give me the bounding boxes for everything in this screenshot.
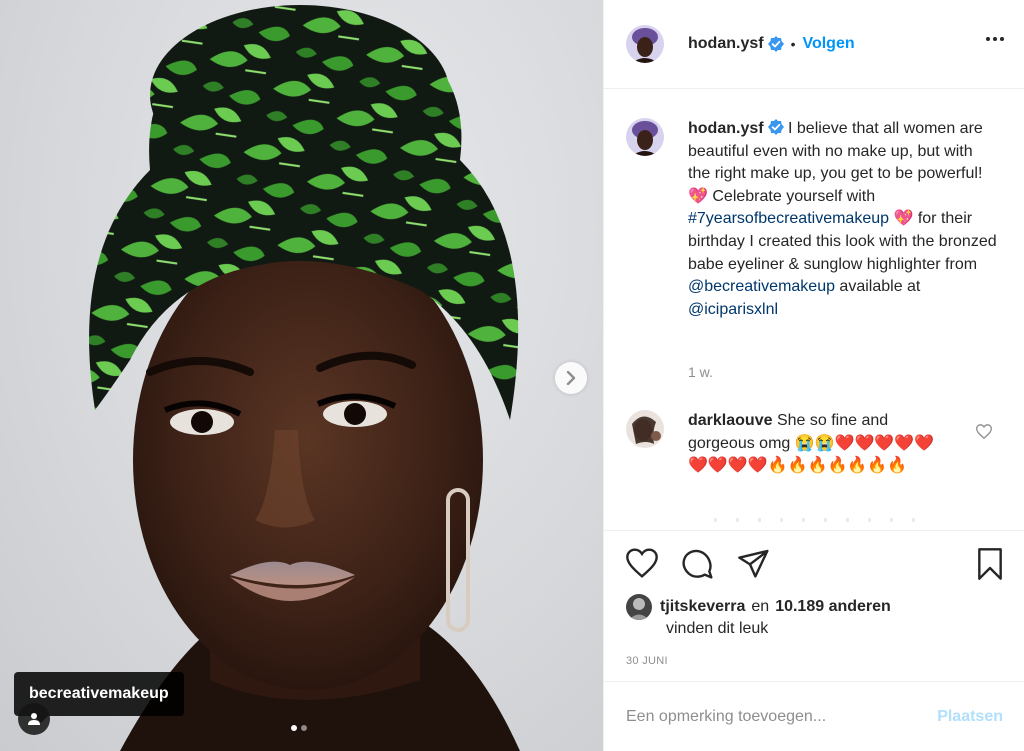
liker-username[interactable]: tjitskeverra	[660, 598, 745, 616]
photo-tag-label: becreativemakeup	[29, 685, 169, 702]
comment-input[interactable]	[626, 707, 938, 726]
caption-username[interactable]: hodan.ysf	[688, 120, 764, 137]
paper-plane-icon[interactable]	[738, 548, 770, 578]
likes-suffix: vinden dit leuk	[666, 620, 769, 637]
post-date[interactable]: 30 JUNI	[626, 655, 668, 667]
comment-bubble-icon[interactable]	[682, 548, 714, 580]
verified-badge-icon	[767, 119, 784, 135]
carousel-indicator	[291, 725, 307, 731]
likes-summary: tjitskeverra en 10.189 anderen	[626, 594, 891, 620]
likes-count[interactable]: 10.189 anderen	[775, 598, 891, 616]
likes-conjunction: en	[751, 598, 770, 615]
post-photo[interactable]: becreativemakeup	[0, 0, 603, 751]
commenter-username[interactable]: darklaouve	[688, 412, 772, 429]
author-username[interactable]: hodan.ysf	[688, 35, 764, 53]
liker-avatar-image	[626, 594, 652, 620]
caption-body-3: available at	[834, 278, 921, 296]
caption-text: hodan.ysf I believe that all women are b…	[688, 118, 998, 321]
bookmark-icon[interactable]	[976, 548, 1004, 580]
caption-mention-brand[interactable]: @becreativemakeup	[688, 278, 835, 295]
user-tag-icon	[28, 713, 40, 725]
caption-avatar[interactable]	[626, 118, 664, 156]
caption-avatar-image	[626, 118, 664, 156]
caption: hodan.ysf I believe that all women are b…	[626, 118, 998, 321]
next-slide-button[interactable]	[555, 362, 587, 394]
comments-section[interactable]: hodan.ysf I believe that all women are b…	[604, 90, 1024, 530]
action-bar	[604, 530, 1024, 592]
caption-time-ago[interactable]: 1 w.	[688, 364, 713, 380]
caption-mention-store[interactable]: @iciparisxlnl	[688, 301, 778, 318]
post-header: hodan.ysf • Volgen	[604, 0, 1024, 89]
verified-badge-icon	[767, 36, 784, 52]
post-side-panel: hodan.ysf • Volgen hodan.ysf I believe t…	[603, 0, 1024, 751]
caption-hashtag[interactable]: #7yearsofbecreativemakeup	[688, 210, 889, 227]
more-comments-fade	[714, 518, 934, 522]
comment-like-heart-icon[interactable]	[976, 424, 992, 439]
author-avatar-image	[626, 25, 664, 63]
commenter-avatar[interactable]	[626, 410, 664, 448]
liker-avatar[interactable]	[626, 594, 652, 620]
comment-item: darklaouve She so fine and gorgeous omg …	[626, 410, 950, 478]
add-comment-bar: Plaatsen	[604, 681, 1024, 751]
heart-icon[interactable]	[626, 548, 658, 578]
more-options-icon[interactable]	[985, 36, 1005, 42]
author-avatar[interactable]	[626, 25, 664, 63]
commenter-avatar-image	[626, 410, 664, 448]
header-separator: •	[790, 36, 796, 52]
instagram-post: becreativemakeup hodan.ysf • Volgen hoda…	[0, 0, 1024, 751]
chevron-right-icon	[566, 371, 576, 385]
tagged-users-button[interactable]	[18, 703, 50, 735]
follow-button[interactable]: Volgen	[802, 35, 854, 53]
comment-text: darklaouve She so fine and gorgeous omg …	[688, 410, 950, 478]
carousel-dot-active	[291, 725, 297, 731]
carousel-dot	[301, 725, 307, 731]
post-comment-button[interactable]: Plaatsen	[937, 708, 1003, 726]
portrait-image	[89, 5, 520, 751]
